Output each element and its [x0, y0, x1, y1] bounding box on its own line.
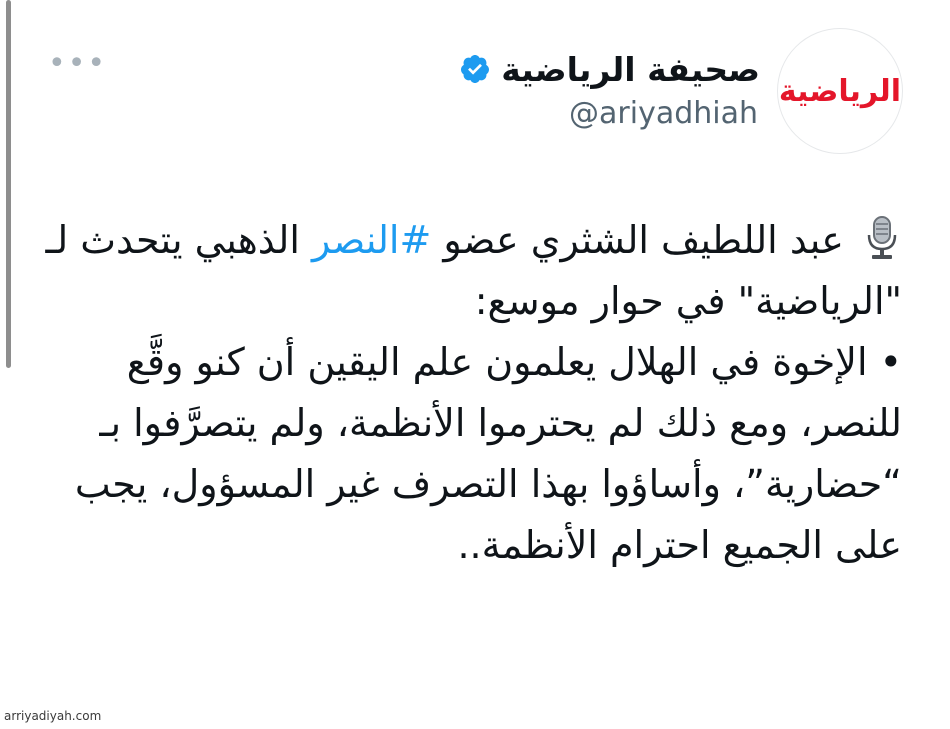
scrollbar[interactable]: [6, 0, 11, 368]
verified-badge-icon: [461, 55, 490, 83]
account-name-row[interactable]: صحيفة الرياضية: [459, 48, 760, 90]
tweet-paragraph-2: • الإخوة في الهلال يعلمون علم اليقين أن …: [74, 340, 902, 567]
account-handle[interactable]: @ariyadhiah: [569, 96, 758, 131]
avatar-logo: الرياضية: [778, 73, 902, 109]
tweet-text: عبد اللطيف الشثري عضو #النصر الذهبي يتحد…: [40, 210, 902, 576]
hashtag-link[interactable]: #النصر: [312, 218, 431, 262]
studio-microphone-icon: [867, 216, 897, 259]
tweet-paragraph-1: عبد اللطيف الشثري عضو #النصر الذهبي يتحد…: [40, 210, 902, 332]
display-name[interactable]: صحيفة الرياضية: [501, 50, 760, 89]
avatar[interactable]: الرياضية: [777, 28, 903, 154]
more-dots-icon[interactable]: •••: [48, 49, 107, 79]
tweet-text-part1: عبد اللطيف الشثري عضو: [431, 218, 856, 262]
watermark: arriyadiyah.com: [4, 709, 102, 723]
